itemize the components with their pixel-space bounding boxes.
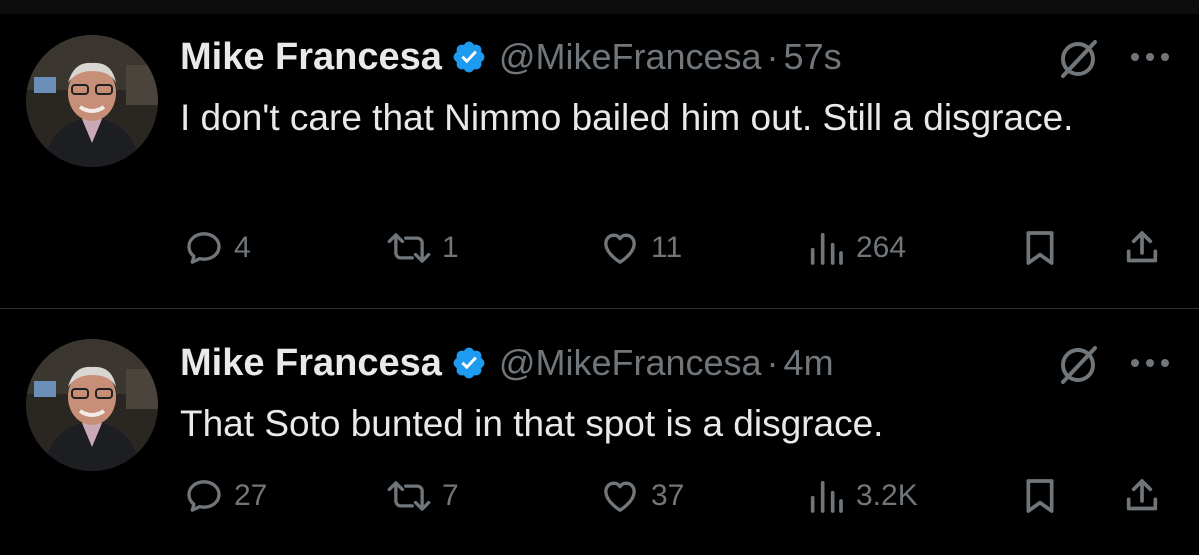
repost-button[interactable]: 1 xyxy=(386,226,459,270)
tweet-actions: 4 1 11 264 xyxy=(0,226,1199,270)
reply-count: 4 xyxy=(234,231,251,264)
tweet[interactable]: Mike Francesa @MikeFrancesa · 57s I don'… xyxy=(0,14,1199,308)
bookmark-icon xyxy=(1026,231,1054,265)
share-button[interactable] xyxy=(1122,226,1162,270)
tweet-text: I don't care that Nimmo bailed him out. … xyxy=(180,97,1074,138)
grok-icon[interactable] xyxy=(1055,36,1101,82)
author-handle[interactable]: @MikeFrancesa xyxy=(499,342,762,384)
more-icon[interactable] xyxy=(1130,358,1170,368)
tweet-header: Mike Francesa @MikeFrancesa · 4m xyxy=(180,338,834,388)
repost-count: 7 xyxy=(442,479,459,512)
timestamp[interactable]: 4m xyxy=(784,342,834,384)
bookmark-button[interactable] xyxy=(1020,226,1060,270)
reply-button[interactable]: 27 xyxy=(184,474,267,518)
grok-icon[interactable] xyxy=(1055,342,1101,388)
more-icon[interactable] xyxy=(1130,52,1170,62)
reply-count: 27 xyxy=(234,479,268,512)
verified-badge-icon xyxy=(453,347,485,379)
share-icon xyxy=(1126,479,1158,511)
tweet-header: Mike Francesa @MikeFrancesa · 57s xyxy=(180,32,842,82)
separator-dot: · xyxy=(766,342,779,383)
author-name[interactable]: Mike Francesa xyxy=(180,342,442,385)
reply-icon xyxy=(187,232,221,264)
reply-button[interactable]: 4 xyxy=(184,226,251,270)
avatar[interactable] xyxy=(26,35,158,167)
bookmark-button[interactable] xyxy=(1020,474,1060,518)
views-button[interactable]: 264 xyxy=(806,226,906,270)
share-button[interactable] xyxy=(1122,474,1162,518)
author-name[interactable]: Mike Francesa xyxy=(180,36,442,79)
like-icon xyxy=(604,481,636,512)
views-count: 264 xyxy=(856,231,907,264)
like-count: 37 xyxy=(651,479,685,512)
author-handle[interactable]: @MikeFrancesa xyxy=(499,36,762,78)
like-button[interactable]: 37 xyxy=(599,474,684,518)
views-icon xyxy=(810,480,843,513)
share-icon xyxy=(1126,231,1158,263)
timestamp[interactable]: 57s xyxy=(784,36,842,78)
views-icon xyxy=(810,232,843,265)
like-button[interactable]: 11 xyxy=(599,226,682,270)
like-icon xyxy=(604,233,636,264)
repost-icon xyxy=(387,233,431,263)
reply-icon xyxy=(187,480,221,512)
repost-icon xyxy=(387,481,431,511)
separator-dot: · xyxy=(766,36,779,77)
tweet-text: That Soto bunted in that spot is a disgr… xyxy=(180,403,884,444)
avatar[interactable] xyxy=(26,339,158,471)
repost-button[interactable]: 7 xyxy=(386,474,459,518)
views-button[interactable]: 3.2K xyxy=(806,474,918,518)
tweet-actions: 27 7 37 3.2K xyxy=(0,474,1199,518)
top-edge-bar xyxy=(0,0,1199,14)
tweet[interactable]: Mike Francesa @MikeFrancesa · 4m That So… xyxy=(0,309,1199,555)
repost-count: 1 xyxy=(442,231,459,264)
like-count: 11 xyxy=(651,231,683,264)
bookmark-icon xyxy=(1026,479,1054,513)
views-count: 3.2K xyxy=(856,479,918,512)
verified-badge-icon xyxy=(453,41,485,73)
